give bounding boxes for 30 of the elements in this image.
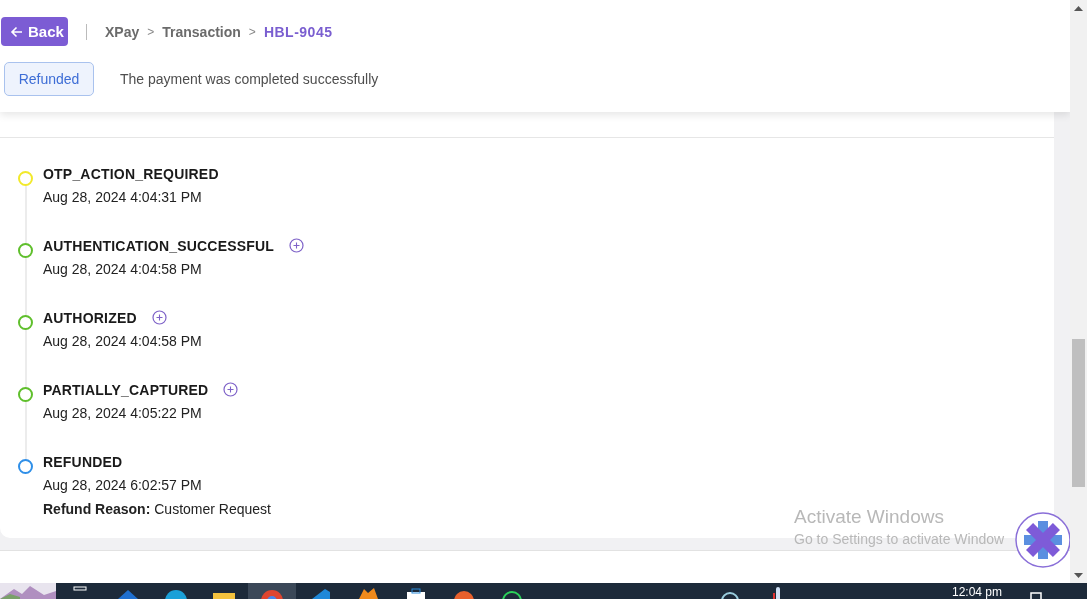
- status-badge: Refunded: [4, 62, 94, 96]
- event-title: AUTHENTICATION_SUCCESSFUL: [43, 238, 275, 254]
- status-message: The payment was completed successfully: [120, 71, 379, 87]
- activation-subtitle: Go to Settings to activate Window: [794, 531, 1005, 547]
- event-time: Aug 28, 2024 4:04:58 PM: [43, 333, 202, 349]
- event-title: REFUNDED: [43, 454, 123, 470]
- scroll-up-icon[interactable]: [1074, 6, 1083, 11]
- activation-title: Activate Windows: [794, 506, 945, 528]
- event-time: Aug 28, 2024 6:02:57 PM: [43, 477, 203, 493]
- back-button[interactable]: Back: [1, 17, 68, 46]
- event-time: Aug 28, 2024 4:05:22 PM: [43, 405, 203, 421]
- breadcrumb-link[interactable]: XPay: [105, 23, 140, 40]
- event-title: PARTIALLY_CAPTURED: [43, 382, 209, 398]
- scrollbar-thumb[interactable]: [1072, 339, 1085, 487]
- refund-reason: Refund Reason: Customer Request: [43, 501, 271, 517]
- event-title: OTP_ACTION_REQUIRED: [43, 166, 219, 182]
- chat-widget-icon[interactable]: [1015, 512, 1070, 568]
- breadcrumb-separator: >: [147, 24, 155, 39]
- taskbar-clock[interactable]: 12:04 pm: [952, 586, 1012, 598]
- expand-plus-icon[interactable]: [151, 309, 167, 325]
- arrow-left-icon: [10, 25, 23, 38]
- event-time: Aug 28, 2024 4:04:58 PM: [43, 261, 203, 277]
- breadcrumb-link[interactable]: Transaction: [162, 23, 241, 40]
- scroll-down-icon[interactable]: [1074, 573, 1083, 578]
- expand-plus-icon[interactable]: [289, 237, 305, 253]
- breadcrumb-current: HBL-9045: [263, 23, 333, 40]
- expand-plus-icon[interactable]: [223, 381, 239, 397]
- event-time: Aug 28, 2024 4:04:31 PM: [43, 189, 203, 205]
- event-title: AUTHORIZED: [43, 310, 137, 326]
- breadcrumb-separator: >: [248, 24, 256, 39]
